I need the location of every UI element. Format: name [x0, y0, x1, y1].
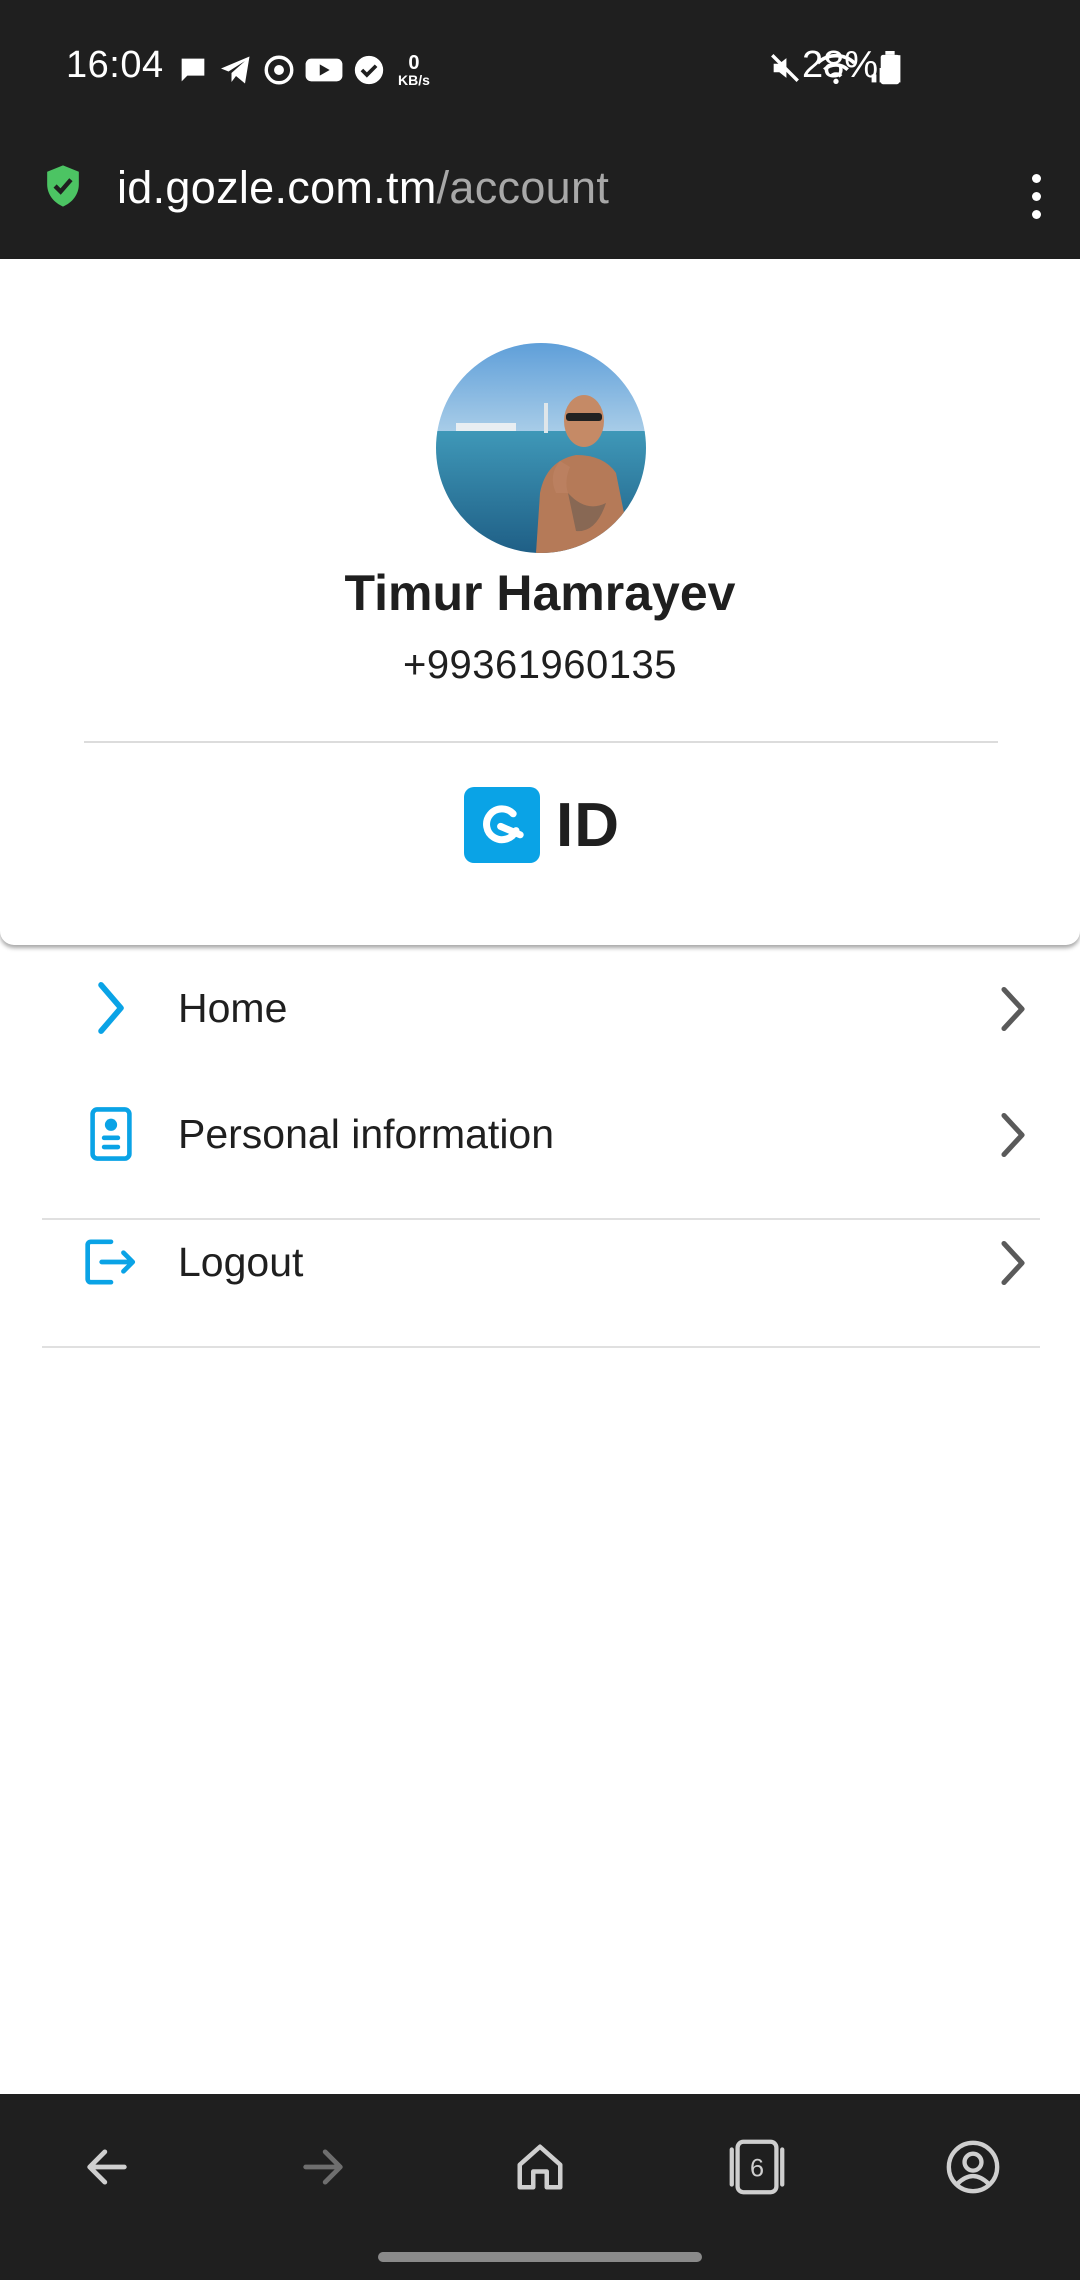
- brand-text: ID: [556, 790, 620, 860]
- battery-icon: [880, 51, 900, 85]
- message-icon: [181, 58, 205, 82]
- menu-dot: [1031, 173, 1041, 183]
- url-domain: id.gozle.com.tm: [117, 162, 437, 213]
- gozle-logo-icon: [464, 787, 540, 863]
- notification-icons: 0 KB/s: [176, 48, 430, 92]
- home-button[interactable]: [505, 2132, 575, 2202]
- card-divider: [84, 741, 998, 743]
- network-speed-unit: KB/s: [398, 72, 430, 88]
- battery-percent: 28%: [802, 44, 879, 86]
- logout-icon: [76, 1231, 146, 1293]
- user-phone: +99361960135: [402, 643, 678, 687]
- menu-item-home[interactable]: Home: [0, 945, 1080, 1071]
- chevron-right-icon: [1001, 986, 1025, 1032]
- url-text[interactable]: id.gozle.com.tm/account: [117, 162, 609, 214]
- arrow-right-icon: [303, 2149, 343, 2185]
- browser-menu-button[interactable]: [1014, 156, 1058, 236]
- tabs-icon: 6: [729, 2139, 785, 2195]
- network-speed-value: 0: [408, 52, 420, 74]
- forward-button[interactable]: [288, 2132, 358, 2202]
- menu-item-label: Home: [178, 985, 288, 1031]
- menu-item-personal-information[interactable]: Personal information: [0, 1071, 1080, 1197]
- browser-url-bar[interactable]: id.gozle.com.tm/account: [0, 134, 1080, 259]
- back-button[interactable]: [72, 2132, 142, 2202]
- status-bar: 16:04 0 KB/s 28%: [0, 0, 1080, 134]
- avatar[interactable]: [436, 343, 646, 553]
- home-icon: [517, 2144, 563, 2190]
- youtube-icon: [305, 58, 343, 82]
- profile-card: Timur Hamrayev +99361960135 ID: [0, 259, 1080, 945]
- chevron-right-icon: [1001, 1240, 1025, 1286]
- url-path: /account: [436, 162, 610, 213]
- tab-count: 6: [750, 2155, 764, 2183]
- account-button[interactable]: [938, 2132, 1008, 2202]
- telegram-icon: [221, 56, 250, 84]
- chevron-right-icon: [76, 977, 146, 1039]
- account-icon: [946, 2140, 1000, 2194]
- gozle-id-logo: ID: [464, 786, 620, 864]
- menu-item-logout[interactable]: Logout: [0, 1199, 1080, 1325]
- menu-divider: [42, 1346, 1040, 1348]
- tabs-button[interactable]: 6: [722, 2132, 792, 2202]
- id-card-icon: [76, 1103, 146, 1165]
- menu-item-label: Personal information: [178, 1111, 555, 1157]
- arrow-left-icon: [87, 2149, 127, 2185]
- menu-dot: [1031, 191, 1041, 201]
- secure-shield-icon[interactable]: [44, 162, 82, 210]
- user-name: Timur Hamrayev: [344, 565, 736, 621]
- chevron-right-icon: [1001, 1112, 1025, 1158]
- menu-dot: [1031, 209, 1041, 219]
- mute-icon: [771, 54, 799, 82]
- network-speed: 0 KB/s: [398, 53, 430, 87]
- check-circle-icon: [354, 55, 384, 85]
- status-time: 16:04: [66, 44, 164, 86]
- camera-app-icon: [264, 55, 294, 85]
- gesture-home-indicator[interactable]: [378, 2252, 702, 2262]
- menu-item-label: Logout: [178, 1239, 304, 1285]
